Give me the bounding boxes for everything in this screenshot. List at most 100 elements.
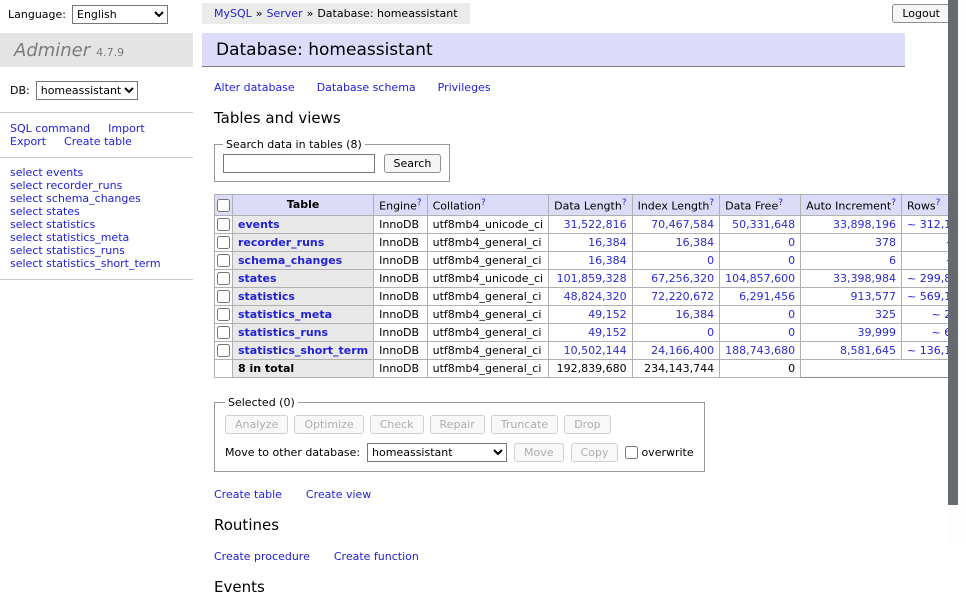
column-header-auto-increment: Auto Increment? xyxy=(801,195,902,216)
table-row: recorder_runsInnoDButf8mb4_general_ci16,… xyxy=(215,233,966,251)
table-row: eventsInnoDButf8mb4_unicode_ci31,522,816… xyxy=(215,215,966,233)
selected-action-truncate[interactable]: Truncate xyxy=(491,415,558,434)
table-row: statisticsInnoDButf8mb4_general_ci48,824… xyxy=(215,287,966,305)
help-link[interactable]: ? xyxy=(778,198,783,208)
help-link[interactable]: ? xyxy=(481,198,486,208)
row-checkbox[interactable] xyxy=(217,272,230,285)
search-fieldset: Search data in tables (8) Search xyxy=(214,138,450,182)
move-row: Move to other database: homeassistant Mo… xyxy=(225,443,694,462)
index-length-cell: 0 xyxy=(632,323,720,341)
row-checkbox[interactable] xyxy=(217,236,230,249)
database-nav-link[interactable]: Privileges xyxy=(438,81,491,94)
copy-button[interactable]: Copy xyxy=(571,443,619,462)
selected-action-analyze[interactable]: Analyze xyxy=(225,415,288,434)
row-checkbox[interactable] xyxy=(217,218,230,231)
logout-button[interactable]: Logout xyxy=(892,4,950,23)
table-name-link[interactable]: recorder_runs xyxy=(238,236,324,249)
search-input[interactable] xyxy=(223,154,375,173)
row-checkbox[interactable] xyxy=(217,308,230,321)
table-name-link[interactable]: events xyxy=(238,218,280,231)
table-name-cell: recorder_runs xyxy=(233,233,374,251)
table-name-link[interactable]: states xyxy=(238,272,277,285)
auto-increment-cell: 325 xyxy=(801,305,902,323)
sidebar-table-link[interactable]: select states xyxy=(10,205,193,218)
breadcrumb-current: Database: homeassistant xyxy=(317,7,457,20)
overwrite-checkbox[interactable] xyxy=(625,446,638,459)
sidebar-table-link[interactable]: select schema_changes xyxy=(10,192,193,205)
table-name-cell: events xyxy=(233,215,374,233)
column-header-table: Table xyxy=(233,195,374,216)
breadcrumb-link-server[interactable]: Server xyxy=(267,7,303,20)
routines-heading: Routines xyxy=(214,516,905,534)
help-link[interactable]: ? xyxy=(622,198,627,208)
brand-version: 4.7.9 xyxy=(96,46,124,59)
help-link[interactable]: ? xyxy=(891,198,896,208)
row-checkbox[interactable] xyxy=(217,254,230,267)
sidebar-table-link[interactable]: select events xyxy=(10,166,193,179)
help-link[interactable]: ? xyxy=(709,198,714,208)
table-name-link[interactable]: statistics_runs xyxy=(238,326,328,339)
column-header-label: Rows xyxy=(907,200,936,213)
move-db-select[interactable]: homeassistant xyxy=(367,443,507,462)
breadcrumb-separator: » xyxy=(307,7,314,20)
auto-increment-cell: 378 xyxy=(801,233,902,251)
sidebar-table-link[interactable]: select statistics_runs xyxy=(10,244,193,257)
table-name-link[interactable]: statistics_short_term xyxy=(238,344,368,357)
adminer-logo: Adminer 4.7.9 xyxy=(0,33,193,67)
table-name-link[interactable]: statistics xyxy=(238,290,295,303)
data-length-cell: 101,859,328 xyxy=(549,269,632,287)
create-link[interactable]: Create table xyxy=(214,488,282,501)
database-nav-link[interactable]: Alter database xyxy=(214,81,295,94)
table-name-link[interactable]: schema_changes xyxy=(238,254,342,267)
table-row: statistics_short_termInnoDButf8mb4_gener… xyxy=(215,341,966,359)
sidebar-table-link[interactable]: select statistics_short_term xyxy=(10,257,193,270)
data-length-cell: 16,384 xyxy=(549,233,632,251)
selected-action-check[interactable]: Check xyxy=(370,415,424,434)
sidebar-table-link[interactable]: select statistics_meta xyxy=(10,231,193,244)
index-length-cell: 72,220,672 xyxy=(632,287,720,305)
data-free-cell: 0 xyxy=(720,323,801,341)
help-link[interactable]: ? xyxy=(936,198,941,208)
sidebar-action-link[interactable]: Import xyxy=(108,122,145,135)
selected-action-drop[interactable]: Drop xyxy=(564,415,610,434)
events-heading: Events xyxy=(214,578,905,596)
sidebar-action-link[interactable]: Create table xyxy=(64,135,132,148)
help-link[interactable]: ? xyxy=(417,198,422,208)
collation-cell: utf8mb4_unicode_ci xyxy=(427,269,548,287)
table-name-link[interactable]: statistics_meta xyxy=(238,308,332,321)
select-all-checkbox[interactable] xyxy=(217,199,230,212)
sidebar-table-link[interactable]: select statistics xyxy=(10,218,193,231)
breadcrumb: MySQL » Server » Database: homeassistant xyxy=(202,3,470,24)
selected-action-repair[interactable]: Repair xyxy=(430,415,485,434)
auto-increment-cell: 913,577 xyxy=(801,287,902,305)
create-link[interactable]: Create view xyxy=(306,488,371,501)
main-panel: Database: homeassistant Alter databaseDa… xyxy=(202,33,905,607)
column-header-data-free: Data Free? xyxy=(720,195,801,216)
table-name-cell: statistics_meta xyxy=(233,305,374,323)
sidebar-table-link[interactable]: select recorder_runs xyxy=(10,179,193,192)
sidebar-action-link[interactable]: SQL command xyxy=(10,122,90,135)
collation-cell: utf8mb4_general_ci xyxy=(427,305,548,323)
engine-cell: InnoDB xyxy=(374,269,427,287)
scrollbar-thumb[interactable] xyxy=(948,0,958,505)
engine-cell: InnoDB xyxy=(374,215,427,233)
routine-link[interactable]: Create procedure xyxy=(214,550,310,563)
selected-action-optimize[interactable]: Optimize xyxy=(294,415,363,434)
tables-list-header: TableEngine?Collation?Data Length?Index … xyxy=(215,195,966,216)
routine-link[interactable]: Create function xyxy=(334,550,419,563)
row-checkbox[interactable] xyxy=(217,326,230,339)
db-select[interactable]: homeassistant xyxy=(36,81,138,100)
table-name-cell: states xyxy=(233,269,374,287)
move-button[interactable]: Move xyxy=(514,443,564,462)
table-row: schema_changesInnoDButf8mb4_general_ci16… xyxy=(215,251,966,269)
data-length-cell: 49,152 xyxy=(549,323,632,341)
data-length-cell: 10,502,144 xyxy=(549,341,632,359)
row-checkbox[interactable] xyxy=(217,290,230,303)
index-length-cell: 16,384 xyxy=(632,305,720,323)
sidebar-action-link[interactable]: Export xyxy=(10,135,46,148)
database-nav-link[interactable]: Database schema xyxy=(317,81,416,94)
breadcrumb-link-mysql[interactable]: MySQL xyxy=(214,7,252,20)
auto-increment-cell: 39,999 xyxy=(801,323,902,341)
search-button[interactable]: Search xyxy=(384,154,442,173)
row-checkbox[interactable] xyxy=(217,344,230,357)
